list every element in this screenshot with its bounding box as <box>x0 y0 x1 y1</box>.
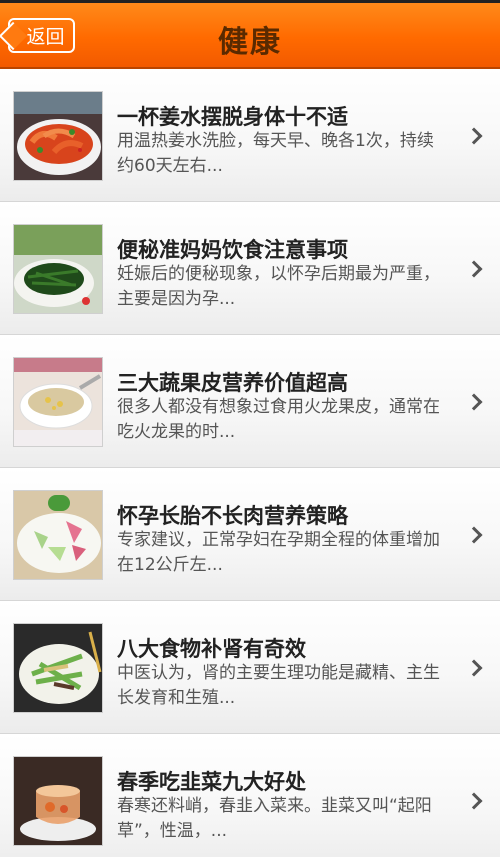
stir-fry-image <box>13 623 103 713</box>
item-description: 用温热姜水洗脸，每天早、晚各1次，持续约60天左右... <box>117 131 434 176</box>
list-item[interactable]: 一杯姜水摆脱身体十不适 用温热姜水洗脸，每天早、晚各1次，持续约60天左右... <box>0 69 500 202</box>
soup-bowl-image <box>13 357 103 447</box>
chevron-right-icon <box>465 260 483 278</box>
list-item[interactable]: 春季吃韭菜九大好处 春寒还料峭，春韭入菜来。韭菜又叫“起阳草”，性温，... <box>0 734 500 857</box>
item-title: 一杯姜水摆脱身体十不适 <box>117 105 348 129</box>
tea-cup-image <box>13 756 103 846</box>
item-title: 春季吃韭菜九大好处 <box>117 770 306 794</box>
item-description: 妊娠后的便秘现象，以怀孕后期最为严重，主要是因为孕... <box>117 264 440 309</box>
page-title: 健康 <box>218 25 282 60</box>
list-item[interactable]: 怀孕长胎不长肉营养策略 专家建议，正常孕妇在孕期全程的体重增加在12公斤左... <box>0 468 500 601</box>
item-title: 八大食物补肾有奇效 <box>117 637 306 661</box>
top-bar: 返回 健康 <box>0 0 500 69</box>
list-item[interactable]: 八大食物补肾有奇效 中医认为，肾的主要生理功能是藏精、主生长发育和生殖... <box>0 601 500 734</box>
item-description: 春寒还料峭，春韭入菜来。韭菜又叫“起阳草”，性温，... <box>117 796 432 841</box>
chevron-right-icon <box>465 393 483 411</box>
item-description: 很多人都没有想象过食用火龙果皮，通常在吃火龙果的时... <box>117 397 440 442</box>
melon-salad-image <box>13 490 103 580</box>
item-title: 怀孕长胎不长肉营养策略 <box>117 504 348 528</box>
chevron-right-icon <box>465 659 483 677</box>
shrimp-dish-image <box>13 91 103 181</box>
list-item[interactable]: 三大蔬果皮营养价值超高 很多人都没有想象过食用火龙果皮，通常在吃火龙果的时... <box>0 335 500 468</box>
item-title: 三大蔬果皮营养价值超高 <box>117 371 348 395</box>
article-list: 一杯姜水摆脱身体十不适 用温热姜水洗脸，每天早、晚各1次，持续约60天左右...… <box>0 69 500 857</box>
chevron-right-icon <box>465 526 483 544</box>
item-description: 中医认为，肾的主要生理功能是藏精、主生长发育和生殖... <box>117 663 440 708</box>
chevron-right-icon <box>465 792 483 810</box>
greens-dish-image <box>13 224 103 314</box>
list-item[interactable]: 便秘准妈妈饮食注意事项 妊娠后的便秘现象，以怀孕后期最为严重，主要是因为孕... <box>0 202 500 335</box>
item-title: 便秘准妈妈饮食注意事项 <box>117 238 348 262</box>
chevron-right-icon <box>465 127 483 145</box>
item-description: 专家建议，正常孕妇在孕期全程的体重增加在12公斤左... <box>117 530 440 575</box>
